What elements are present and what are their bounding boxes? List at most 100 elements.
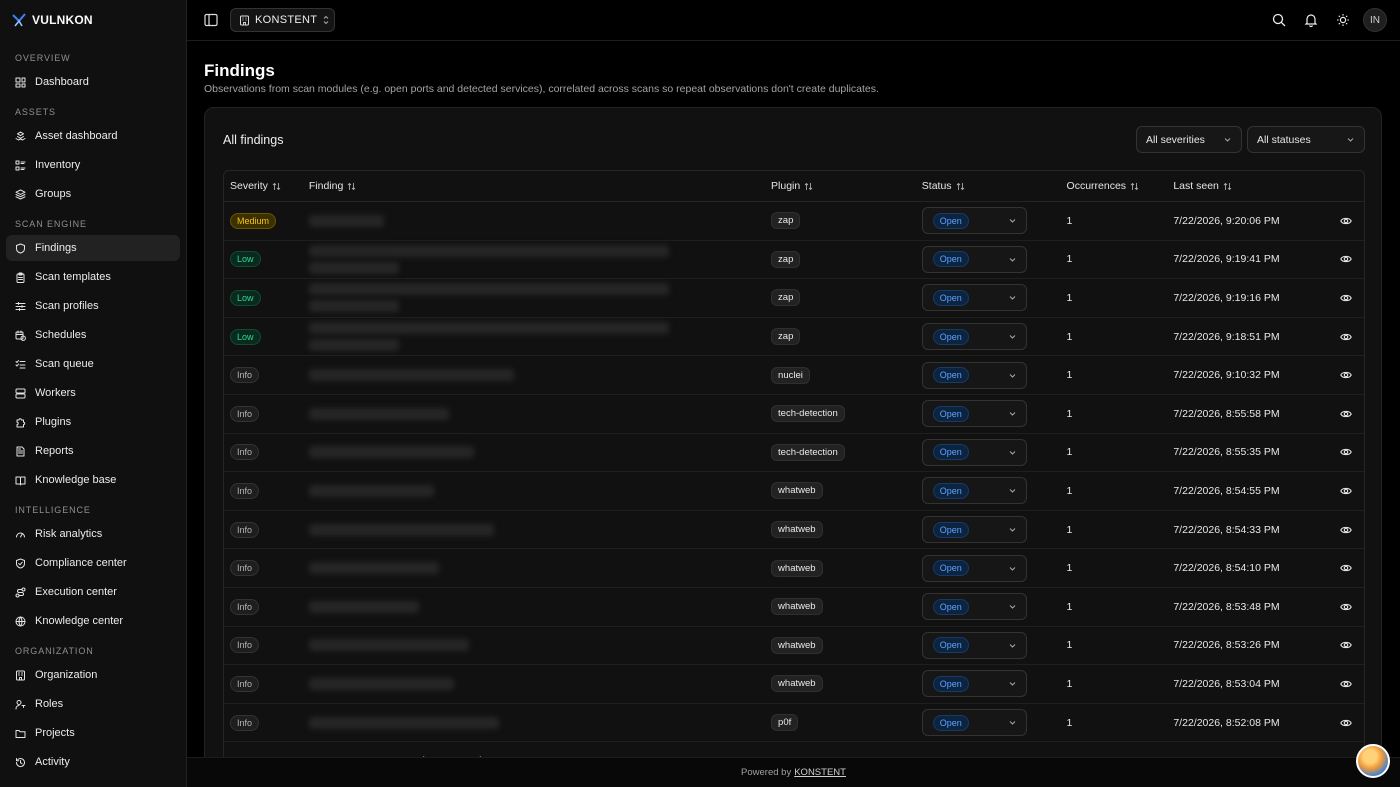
column-header-plugin[interactable]: Plugin (766, 180, 917, 192)
status-select[interactable]: Open (921, 284, 1027, 312)
status-filter[interactable]: All statuses (1247, 126, 1365, 153)
table-row[interactable]: Info tech-detection Open 1 7/22/2026, 8:… (224, 434, 1364, 473)
finding-title-redacted[interactable] (308, 318, 766, 356)
sidebar-item-findings[interactable]: Findings (6, 235, 180, 261)
sun-icon[interactable] (1336, 13, 1350, 27)
table-row[interactable]: Medium zap Open 1 7/22/2026, 9:20:06 PM (224, 202, 1364, 241)
assistant-button[interactable] (1356, 744, 1390, 778)
footer-link[interactable]: KONSTENT (794, 767, 846, 778)
sidebar-item-roles[interactable]: Roles (6, 691, 180, 717)
severity-filter[interactable]: All severities (1136, 126, 1242, 153)
status-select[interactable]: Open (921, 361, 1027, 389)
table-row[interactable]: Low zap Open 1 7/22/2026, 9:19:41 PM (224, 241, 1364, 280)
status-select[interactable]: Open (921, 593, 1027, 621)
table-row[interactable]: Info whatweb Open 1 7/22/2026, 8:54:55 P… (224, 472, 1364, 511)
finding-title-redacted[interactable] (308, 665, 766, 703)
status-select[interactable]: Open (921, 323, 1027, 351)
status-select[interactable]: Open (921, 477, 1027, 505)
status-select[interactable]: Open (921, 438, 1027, 466)
table-row[interactable]: Info nuclei Open 1 7/22/2026, 9:10:32 PM (224, 356, 1364, 395)
view-icon[interactable] (1340, 601, 1352, 613)
severity-badge: Info (230, 482, 260, 499)
sidebar-item-knowledge-base[interactable]: Knowledge base (6, 467, 180, 493)
view-icon[interactable] (1340, 215, 1352, 227)
sidebar-item-compliance-center[interactable]: Compliance center (6, 550, 180, 576)
table-row[interactable]: Info whatweb Open 1 7/22/2026, 8:53:26 P… (224, 627, 1364, 666)
finding-title-redacted[interactable] (308, 202, 766, 240)
table-row[interactable]: Low zap Open 1 7/22/2026, 9:19:16 PM (224, 279, 1364, 318)
sidebar-item-dashboard[interactable]: Dashboard (6, 69, 180, 95)
finding-title-redacted[interactable] (308, 704, 766, 742)
view-icon[interactable] (1340, 678, 1352, 690)
view-icon[interactable] (1340, 562, 1352, 574)
status-select[interactable]: Open (921, 554, 1027, 582)
sidebar-item-reports[interactable]: Reports (6, 438, 180, 464)
severity-badge: Low (230, 328, 261, 345)
finding-title-redacted[interactable] (308, 472, 766, 510)
organization-switcher[interactable]: KONSTENT (230, 8, 335, 32)
sidebar-item-organization[interactable]: Organization (6, 662, 180, 688)
view-icon[interactable] (1340, 408, 1352, 420)
sidebar-toggle-icon[interactable] (204, 13, 218, 27)
table-row[interactable]: Info whatweb Open 1 7/22/2026, 8:53:04 P… (224, 665, 1364, 704)
status-select[interactable]: Open (921, 516, 1027, 544)
finding-title-redacted[interactable] (308, 279, 766, 317)
view-icon[interactable] (1340, 446, 1352, 458)
status-select[interactable]: Open (921, 709, 1027, 737)
column-header-status[interactable]: Status (917, 180, 1062, 192)
status-cell: Open (917, 516, 1062, 544)
view-icon[interactable] (1340, 253, 1352, 265)
sidebar-item-inventory[interactable]: Inventory (6, 152, 180, 178)
column-header-finding[interactable]: Finding (303, 180, 766, 192)
bell-icon[interactable] (1304, 13, 1318, 27)
sidebar-item-risk-analytics[interactable]: Risk analytics (6, 521, 180, 547)
status-select[interactable]: Open (921, 207, 1027, 235)
finding-title-redacted[interactable] (308, 588, 766, 626)
sidebar-item-groups[interactable]: Groups (6, 181, 180, 207)
sidebar-item-projects[interactable]: Projects (6, 720, 180, 746)
view-icon[interactable] (1340, 331, 1352, 343)
view-icon[interactable] (1340, 717, 1352, 729)
search-icon[interactable] (1272, 13, 1286, 27)
severity-cell: Info (224, 560, 303, 577)
finding-title-redacted[interactable] (308, 511, 766, 549)
table-row[interactable]: Info p0f Open 1 7/22/2026, 8:52:08 PM (224, 704, 1364, 743)
sidebar-item-activity[interactable]: Activity (6, 749, 180, 775)
table-row[interactable]: Low zap Open 1 7/22/2026, 9:18:51 PM (224, 318, 1364, 357)
sidebar-item-execution-center[interactable]: Execution center (6, 579, 180, 605)
sidebar-item-knowledge-center[interactable]: Knowledge center (6, 608, 180, 634)
column-header-severity[interactable]: Severity (224, 180, 303, 192)
view-icon[interactable] (1340, 292, 1352, 304)
status-select[interactable]: Open (921, 670, 1027, 698)
finding-title-redacted[interactable] (308, 433, 766, 471)
finding-title-redacted[interactable] (308, 356, 766, 394)
finding-title-redacted[interactable] (308, 240, 766, 278)
column-header-last-seen[interactable]: Last seen (1168, 180, 1328, 192)
sidebar-item-workers[interactable]: Workers (6, 380, 180, 406)
status-select[interactable]: Open (921, 400, 1027, 428)
view-icon[interactable] (1340, 485, 1352, 497)
table-row[interactable]: Info whatweb Open 1 7/22/2026, 8:54:33 P… (224, 511, 1364, 550)
sidebar-item-schedules[interactable]: Schedules (6, 322, 180, 348)
severity-cell: Info (224, 714, 303, 731)
view-icon[interactable] (1340, 524, 1352, 536)
table-row[interactable]: Info whatweb Open 1 7/22/2026, 8:53:48 P… (224, 588, 1364, 627)
plugin-badge: zap (771, 289, 801, 307)
column-header-occurrences[interactable]: Occurrences (1062, 180, 1169, 192)
finding-title-redacted[interactable] (308, 626, 766, 664)
status-select[interactable]: Open (921, 245, 1027, 273)
sidebar-item-plugins[interactable]: Plugins (6, 409, 180, 435)
user-avatar[interactable]: IN (1363, 8, 1387, 32)
table-row[interactable]: Info tech-detection Open 1 7/22/2026, 8:… (224, 395, 1364, 434)
view-icon[interactable] (1340, 369, 1352, 381)
sidebar-item-scan-profiles[interactable]: Scan profiles (6, 293, 180, 319)
status-select[interactable]: Open (921, 631, 1027, 659)
sidebar-item-scan-templates[interactable]: Scan templates (6, 264, 180, 290)
finding-title-redacted[interactable] (308, 549, 766, 587)
view-icon[interactable] (1340, 639, 1352, 651)
sidebar-item-asset-dashboard[interactable]: Asset dashboard (6, 123, 180, 149)
sidebar-item-scan-queue[interactable]: Scan queue (6, 351, 180, 377)
finding-title-redacted[interactable] (308, 395, 766, 433)
table-row[interactable]: Info whatweb Open 1 7/22/2026, 8:54:10 P… (224, 549, 1364, 588)
brand[interactable]: VULNKON (0, 0, 186, 40)
